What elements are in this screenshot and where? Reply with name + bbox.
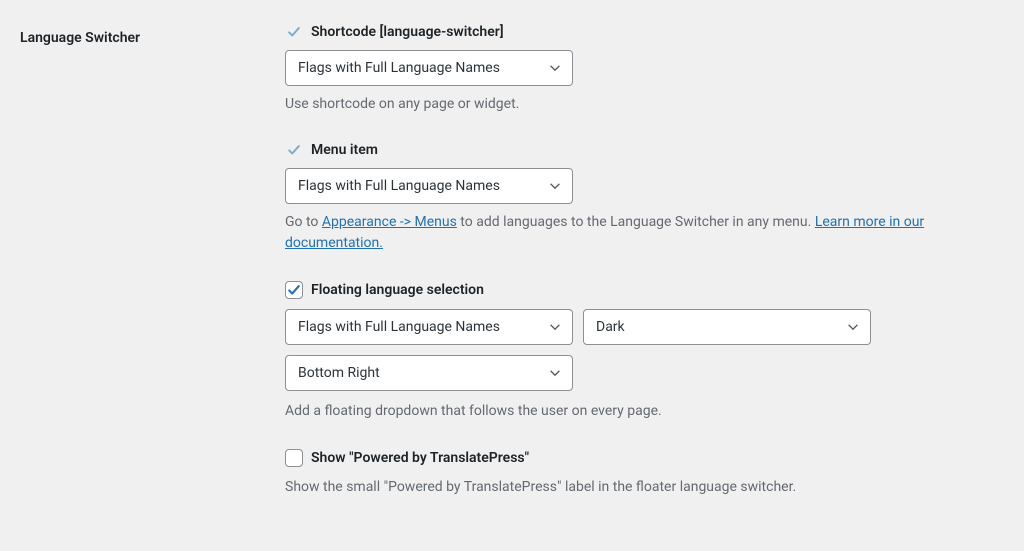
- shortcode-label: Shortcode [language-switcher]: [311, 24, 504, 40]
- chevron-down-icon: [548, 61, 562, 75]
- floating-label: Floating language selection: [311, 282, 484, 298]
- floating-checkbox[interactable]: [285, 281, 303, 299]
- floating-theme-select[interactable]: Dark: [583, 309, 871, 345]
- fields-column: Shortcode [language-switcher] Flags with…: [285, 24, 1004, 498]
- appearance-menus-link[interactable]: Appearance -> Menus: [322, 214, 457, 230]
- checkmark-icon: [287, 25, 301, 39]
- menuitem-desc-mid: to add languages to the Language Switche…: [457, 214, 815, 230]
- floating-position-select[interactable]: Bottom Right: [285, 355, 573, 391]
- menuitem-desc: Go to Appearance -> Menus to add languag…: [285, 212, 984, 255]
- floating-names-select-value: Flags with Full Language Names: [298, 319, 500, 335]
- menuitem-checkbox[interactable]: [285, 142, 303, 158]
- checkmark-icon: [287, 143, 301, 157]
- floating-block: Floating language selection Flags with F…: [285, 281, 984, 423]
- shortcode-block: Shortcode [language-switcher] Flags with…: [285, 24, 984, 116]
- powered-block: Show "Powered by TranslatePress" Show th…: [285, 449, 984, 499]
- chevron-down-icon: [846, 320, 860, 334]
- powered-label: Show "Powered by TranslatePress": [311, 450, 529, 466]
- menuitem-select[interactable]: Flags with Full Language Names: [285, 168, 573, 204]
- chevron-down-icon: [548, 179, 562, 193]
- chevron-down-icon: [548, 366, 562, 380]
- shortcode-checkbox[interactable]: [285, 24, 303, 40]
- shortcode-select-value: Flags with Full Language Names: [298, 60, 500, 76]
- shortcode-desc: Use shortcode on any page or widget.: [285, 94, 984, 116]
- section-title: Language Switcher: [20, 24, 285, 46]
- floating-theme-select-value: Dark: [596, 319, 625, 335]
- checkmark-icon: [287, 283, 301, 297]
- menuitem-block: Menu item Flags with Full Language Names…: [285, 142, 984, 255]
- menuitem-desc-pre: Go to: [285, 214, 322, 230]
- floating-position-select-value: Bottom Right: [298, 365, 380, 381]
- powered-desc: Show the small "Powered by TranslatePres…: [285, 477, 984, 499]
- chevron-down-icon: [548, 320, 562, 334]
- menuitem-label: Menu item: [311, 142, 378, 158]
- shortcode-select[interactable]: Flags with Full Language Names: [285, 50, 573, 86]
- floating-names-select[interactable]: Flags with Full Language Names: [285, 309, 573, 345]
- floating-desc: Add a floating dropdown that follows the…: [285, 401, 984, 423]
- powered-checkbox[interactable]: [285, 449, 303, 467]
- menuitem-select-value: Flags with Full Language Names: [298, 178, 500, 194]
